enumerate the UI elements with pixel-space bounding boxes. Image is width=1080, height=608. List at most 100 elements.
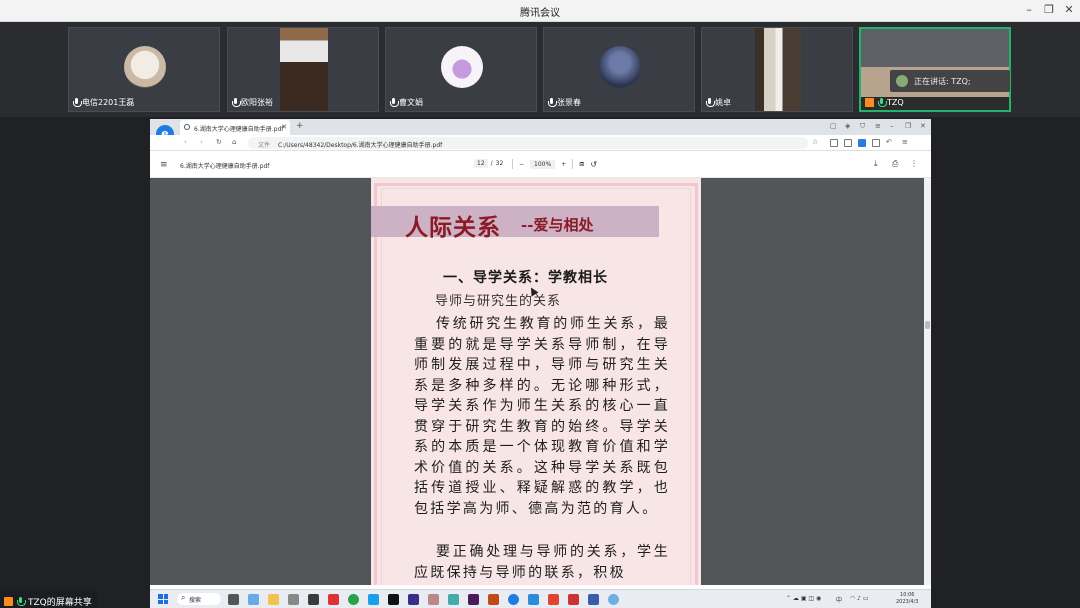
window-icon[interactable]: ▢ [830,122,837,130]
zoom-in-icon[interactable]: + [561,161,566,168]
menu-icon[interactable]: ≡ [902,138,908,146]
page-number-input[interactable]: 12 [474,159,488,168]
app-icon[interactable] [568,594,579,605]
app-title: 腾讯会议 [520,8,560,19]
participant-tile[interactable]: 姚卓 [701,27,853,112]
subsection-heading: 导师与研究生的关系 [435,294,562,309]
collection-icon[interactable] [844,139,852,147]
minimize-icon[interactable]: – [890,122,894,130]
close-icon[interactable]: ✕ [920,122,926,130]
tab-bar: e 6.湖南大学心理健康自助手册.pdf ✕ + ▢ ◈ ⛉ ≡ – ❐ ✕ [150,119,931,143]
speaking-indicator: 正在讲话: TZQ; [890,70,1010,92]
qq-icon[interactable] [388,594,399,605]
screen-share-label[interactable]: TZQ的屏幕共享 [0,591,98,608]
tab-close-icon[interactable]: ✕ [281,123,287,131]
widgets-icon[interactable] [248,594,259,605]
mic-muted-icon [73,98,82,107]
audition-icon[interactable] [408,594,419,605]
vertical-scrollbar[interactable] [924,178,931,585]
browser-icon[interactable] [508,594,519,605]
wifi-icon[interactable]: ◠ ♪ ▭ [850,595,869,602]
home-icon[interactable]: ⌂ [232,138,236,146]
undo-icon[interactable]: ↶ [886,138,892,146]
task-view-icon[interactable] [228,594,239,605]
app-icon[interactable] [608,594,619,605]
scrollbar-thumb[interactable] [925,321,930,329]
restore-icon[interactable]: ❐ [1042,3,1056,16]
pdf-viewer[interactable]: 人际关系 --爱与相处 一、导学关系：学教相长 导师与研究生的关系 传统研究生教… [150,178,931,585]
more-options-icon[interactable]: ⋮ [910,159,918,168]
page-indicator: 12 / 32 [474,159,503,168]
participant-tile[interactable]: 欧阳张裕 [227,27,379,112]
new-tab-button[interactable]: + [296,121,304,131]
menu-icon[interactable]: ≡ [875,122,881,130]
refresh-icon[interactable]: ↻ [216,138,222,146]
restore-icon[interactable]: ❐ [905,122,911,130]
pdf-filename: 6.湖南大学心理健康自助手册.pdf [180,163,270,170]
hamburger-menu-icon[interactable]: ≡ [160,160,168,170]
tencent-meeting-icon[interactable] [528,594,539,605]
section-banner: 人际关系 --爱与相处 [371,206,659,241]
browser-tab[interactable]: 6.湖南大学心理健康自助手册.pdf ✕ [180,120,290,135]
minimize-icon[interactable]: – [1022,3,1036,16]
tray-icons[interactable]: ⌃ ☁ ▣ ◫ ◉ [786,595,821,602]
mic-muted-icon [548,98,557,107]
extension-icon[interactable] [830,139,838,147]
participant-name: 曹文娟 [390,97,423,108]
close-icon[interactable]: ✕ [1062,3,1076,16]
zoom-out-icon[interactable]: − [519,161,524,168]
app-icon[interactable] [308,594,319,605]
premiere-icon[interactable] [468,594,479,605]
avatar [124,46,166,88]
system-clock[interactable]: 10:06 2023/4/3 [896,592,918,606]
zoom-controls: − 100% + ⧈ ↺ [512,159,597,169]
zoom-level[interactable]: 100% [530,159,556,169]
app-icon[interactable] [448,594,459,605]
shield-icon[interactable]: ⛉ [860,122,865,131]
video-feed [755,28,801,111]
mic-muted-icon [706,98,715,107]
app-icon[interactable] [288,594,299,605]
participant-name: 电信2201王磊 [73,97,134,108]
avatar [599,46,641,88]
back-icon[interactable]: ‹ [184,138,187,146]
host-icon [865,98,874,107]
participant-name: 张景春 [548,97,581,108]
body-paragraph: 要正确处理与导师的关系，学生应既保持与导师的联系，积极 [414,544,670,581]
video-feed [280,28,328,111]
participant-name: 欧阳张裕 [232,97,273,108]
edge-icon[interactable] [348,594,359,605]
participant-tile[interactable]: 曹文娟 [385,27,537,112]
wechat-icon[interactable] [368,594,379,605]
screenshot-icon[interactable] [872,139,880,147]
netease-music-icon[interactable] [328,594,339,605]
taskbar-search[interactable]: 搜索 [177,593,221,605]
participant-tile[interactable]: 张景春 [543,27,695,112]
file-explorer-icon[interactable] [268,594,279,605]
banner-title: 人际关系 [405,214,501,241]
fit-page-icon[interactable]: ⧈ [579,159,584,169]
url-field[interactable]: 文件 C:/Users/48342/Desktop/6.湖南大学心理健康自助手册… [248,137,808,149]
powerpoint-icon[interactable] [548,594,559,605]
title-bar: 腾讯会议 – ❐ ✕ [0,0,1080,22]
avatar [441,46,483,88]
app-icon[interactable] [488,594,499,605]
tray-lang[interactable]: 中 [836,595,842,604]
url-prefix: 文件 [258,142,271,149]
participant-tile[interactable]: 电信2201王磊 [68,27,220,112]
forward-icon[interactable]: › [200,138,203,146]
participant-name: 姚卓 [706,97,731,108]
address-bar: ‹ › ↻ ⌂ 文件 C:/Users/48342/Desktop/6.湖南大学… [150,135,931,151]
download-icon[interactable]: ⤓ [874,159,878,169]
star-icon[interactable]: ☆ [812,138,818,146]
windows-start-icon[interactable] [158,594,168,604]
rotate-icon[interactable]: ↺ [590,160,597,169]
skin-icon[interactable]: ◈ [845,122,850,130]
tab-favicon-icon [184,124,190,130]
body-paragraph: 传统研究生教育的师生关系，最重要的就是导学关系导师制，在导师制发展过程中，导师与… [414,316,670,517]
translate-icon[interactable] [858,139,866,147]
mic-active-icon [17,596,26,606]
print-icon[interactable]: ⎙ [892,159,898,169]
app-icon[interactable] [428,594,439,605]
app-icon[interactable] [588,594,599,605]
